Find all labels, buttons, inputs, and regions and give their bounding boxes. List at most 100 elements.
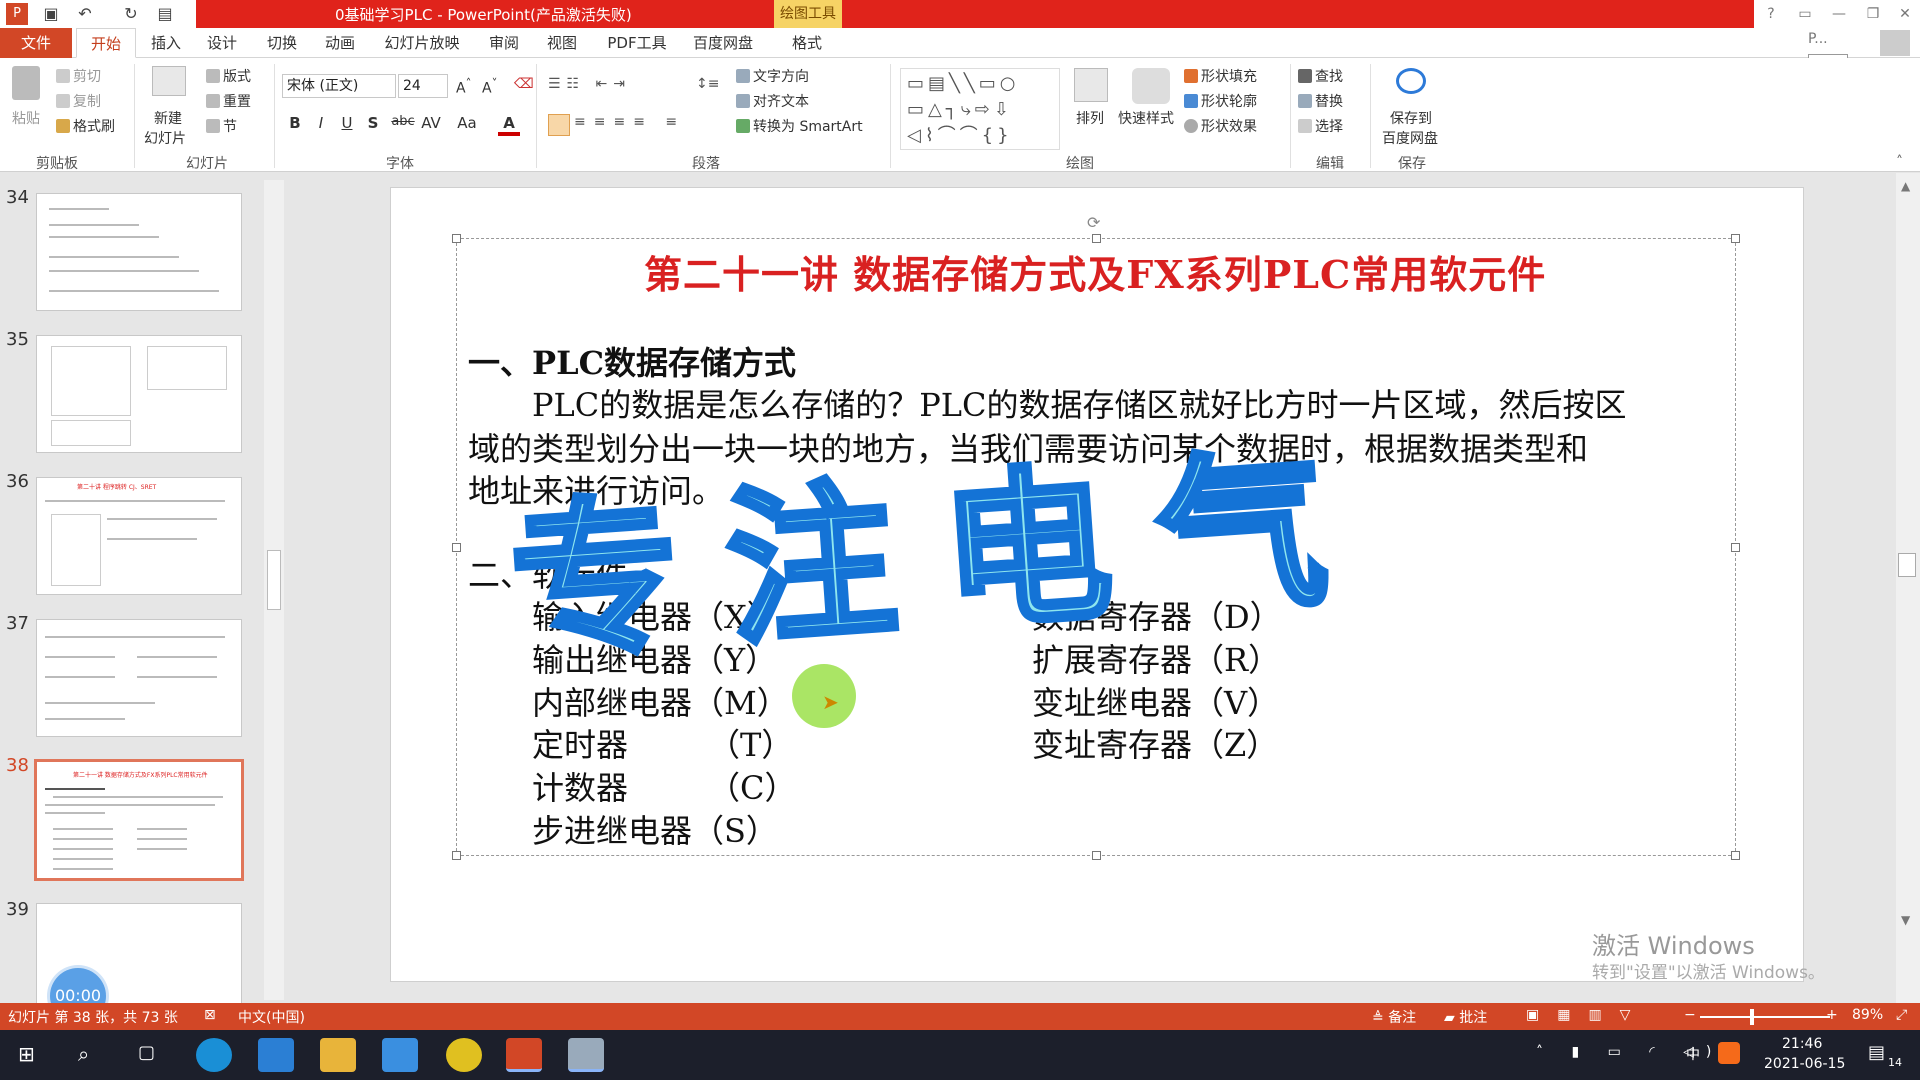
shape-fill-button[interactable]: 形状填充 xyxy=(1184,66,1257,86)
char-spacing-button[interactable]: AV xyxy=(418,114,444,132)
new-slide-button[interactable]: 新建 xyxy=(154,108,182,128)
zoom-level[interactable]: 89% xyxy=(1852,1007,1883,1023)
shadow-button[interactable]: S xyxy=(362,114,384,132)
ribbon-display-icon[interactable]: ▭ xyxy=(1790,0,1820,28)
align-text-button[interactable]: 对齐文本 xyxy=(736,91,809,111)
zoom-out-icon[interactable]: − xyxy=(1684,1007,1696,1023)
scroll-thumb[interactable] xyxy=(1898,553,1916,577)
help-icon[interactable]: ? xyxy=(1756,0,1786,28)
slide-thumbnail-36[interactable]: 第二十讲 程序跳转 CJ、SRET xyxy=(36,477,242,595)
slide-thumbnail-35[interactable] xyxy=(36,335,242,453)
zoom-slider[interactable] xyxy=(1700,1016,1830,1018)
zoom-slider-thumb[interactable] xyxy=(1750,1009,1754,1025)
align-buttons[interactable]: ≡≡≡≡ ≡ xyxy=(574,114,685,130)
resize-handle[interactable] xyxy=(452,234,461,243)
notification-icon[interactable]: ▤ xyxy=(1868,1042,1885,1063)
slides-pane-scrollbar[interactable] xyxy=(264,180,284,1000)
resize-handle[interactable] xyxy=(1092,234,1101,243)
arrange-button[interactable]: 排列 xyxy=(1076,108,1104,128)
edge-icon[interactable] xyxy=(196,1038,232,1072)
minimize-button[interactable]: — xyxy=(1824,0,1854,28)
input-method-icon[interactable] xyxy=(1718,1042,1740,1064)
quick-styles-icon[interactable] xyxy=(1132,68,1170,104)
windows-start-icon[interactable]: ⊞ xyxy=(18,1042,35,1066)
avatar[interactable] xyxy=(1880,30,1910,56)
save-icon[interactable]: ▣ xyxy=(40,3,62,25)
comments-button[interactable]: ▰ 批注 xyxy=(1444,1007,1487,1027)
clear-format-icon[interactable]: ⌫ xyxy=(514,76,534,92)
language-indicator[interactable]: 中文(中国) xyxy=(238,1007,305,1027)
resize-handle[interactable] xyxy=(452,851,461,860)
layout-button[interactable]: 版式 xyxy=(206,66,251,86)
vertical-scrollbar[interactable]: ▲ ▼ xyxy=(1896,173,1920,1003)
tab-view[interactable]: 视图 xyxy=(542,28,582,58)
signin-label[interactable]: P... xyxy=(1808,31,1828,47)
scroll-thumb[interactable] xyxy=(267,550,281,610)
notes-button[interactable]: ≜ 备注 xyxy=(1372,1007,1416,1027)
shape-outline-button[interactable]: 形状轮廓 xyxy=(1184,91,1257,111)
section-button[interactable]: 节 xyxy=(206,116,237,136)
present-icon[interactable]: ▤ xyxy=(154,3,176,25)
rotate-handle-icon[interactable]: ⟳ xyxy=(1087,213,1100,232)
resize-handle[interactable] xyxy=(1731,234,1740,243)
replace-button[interactable]: 替换 xyxy=(1298,91,1343,111)
text-direction-button[interactable]: 文字方向 xyxy=(736,66,809,86)
format-painter-button[interactable]: 格式刷 xyxy=(56,116,115,136)
save-to-netdisk-button[interactable]: 保存到 xyxy=(1390,108,1432,128)
feishu-icon[interactable] xyxy=(382,1038,418,1072)
resize-handle[interactable] xyxy=(452,543,461,552)
convert-smartart-button[interactable]: 转换为 SmartArt xyxy=(736,116,863,136)
file-explorer-icon[interactable] xyxy=(320,1038,356,1072)
slide-thumbnail-37[interactable] xyxy=(36,619,242,737)
screen-recorder-icon[interactable] xyxy=(568,1038,604,1072)
store-icon[interactable] xyxy=(258,1038,294,1072)
grow-font-icon[interactable]: A˄ xyxy=(456,76,471,97)
tab-review[interactable]: 审阅 xyxy=(484,28,524,58)
align-left-button[interactable] xyxy=(548,114,570,136)
tab-format[interactable]: 格式 xyxy=(780,28,834,58)
baidu-cloud-icon[interactable] xyxy=(1396,68,1426,94)
slide-thumbnail-34[interactable] xyxy=(36,193,242,311)
redo-icon[interactable]: ↻ xyxy=(120,3,142,25)
resize-handle[interactable] xyxy=(1731,543,1740,552)
tab-insert[interactable]: 插入 xyxy=(146,28,186,58)
clock-date[interactable]: 2021-06-15 xyxy=(1764,1056,1845,1072)
spellcheck-icon[interactable]: ⊠ xyxy=(204,1007,216,1023)
shrink-font-icon[interactable]: A˅ xyxy=(482,76,497,97)
font-size-select[interactable]: 24 xyxy=(398,74,448,98)
powerpoint-taskbar-icon[interactable] xyxy=(506,1038,542,1072)
paste-button[interactable]: 粘贴 xyxy=(12,108,40,128)
tab-design[interactable]: 设计 xyxy=(202,28,242,58)
slide-thumbnail-38[interactable]: 第二十一讲 数据存储方式及FX系列PLC常用软元件 xyxy=(34,759,244,881)
restore-button[interactable]: ❐ xyxy=(1858,0,1888,28)
tab-baidu-netdisk[interactable]: 百度网盘 xyxy=(688,28,758,58)
copy-button[interactable]: 复制 xyxy=(56,91,101,111)
scroll-up-icon[interactable]: ▲ xyxy=(1901,179,1910,193)
tab-transitions[interactable]: 切换 xyxy=(262,28,302,58)
paste-icon[interactable] xyxy=(12,66,40,100)
tab-slideshow[interactable]: 幻灯片放映 xyxy=(380,28,464,58)
close-button[interactable]: ✕ xyxy=(1890,0,1920,28)
ime-indicator[interactable]: 中 xyxy=(1686,1044,1700,1064)
font-name-select[interactable]: 宋体 (正文) xyxy=(282,74,396,98)
find-button[interactable]: 查找 xyxy=(1298,66,1343,86)
resize-handle[interactable] xyxy=(1731,851,1740,860)
task-view-icon[interactable]: ▢ xyxy=(138,1042,155,1063)
change-case-button[interactable]: Aa xyxy=(454,114,480,132)
arrange-icon[interactable] xyxy=(1074,68,1108,102)
bullet-list-icons[interactable]: ☰☷ ⇤⇥ xyxy=(548,76,631,92)
tab-home[interactable]: 开始 xyxy=(76,28,136,58)
italic-button[interactable]: I xyxy=(310,114,332,132)
line-spacing-icon[interactable]: ↕≡ xyxy=(696,76,719,92)
fit-slide-icon[interactable]: ⤢ xyxy=(1896,1007,1907,1023)
shape-effects-button[interactable]: 形状效果 xyxy=(1184,116,1257,136)
bold-button[interactable]: B xyxy=(284,114,306,132)
tab-animations[interactable]: 动画 xyxy=(320,28,360,58)
tab-file[interactable]: 文件 xyxy=(0,28,72,58)
undo-icon[interactable]: ↶ xyxy=(74,3,96,25)
resize-handle[interactable] xyxy=(1092,851,1101,860)
font-color-button[interactable]: A xyxy=(498,114,520,136)
zoom-in-icon[interactable]: + xyxy=(1826,1007,1838,1023)
select-button[interactable]: 选择 xyxy=(1298,116,1343,136)
clock-time[interactable]: 21:46 xyxy=(1782,1036,1822,1052)
